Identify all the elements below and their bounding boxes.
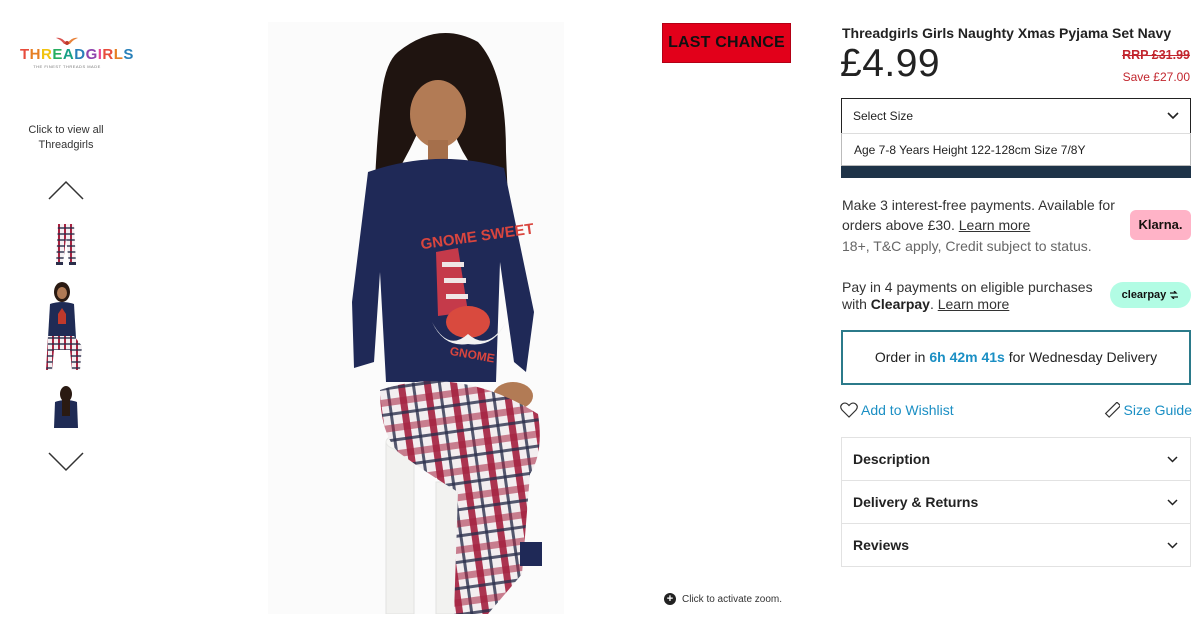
zoom-hint[interactable]: + Click to activate zoom. bbox=[664, 593, 782, 605]
chevron-down-icon bbox=[1167, 456, 1178, 463]
size-guide-link[interactable]: Size Guide bbox=[1104, 402, 1192, 418]
chevron-down-icon bbox=[1167, 112, 1179, 120]
thumbnail-girl-seated[interactable] bbox=[40, 280, 92, 374]
accordion-label: Description bbox=[853, 451, 931, 467]
product-title: Threadgirls Girls Naughty Xmas Pyjama Se… bbox=[842, 25, 1172, 41]
delivery-suffix: for Wednesday Delivery bbox=[1008, 349, 1158, 365]
klarna-learn-more-link[interactable]: Learn more bbox=[959, 217, 1031, 233]
zoom-hint-label: Click to activate zoom. bbox=[682, 593, 783, 605]
clearpay-learn-more-link[interactable]: Learn more bbox=[938, 296, 1010, 312]
main-product-image[interactable]: GNOME SWEET GNOME bbox=[268, 22, 564, 614]
klarna-logo: Klarna. bbox=[1130, 210, 1191, 240]
thumbnail-up-arrow-icon[interactable] bbox=[48, 180, 84, 200]
logo-tagline: THE FINEST THREADS MADE bbox=[33, 64, 101, 69]
clearpay-info: Pay in 4 payments on eligible purchases … bbox=[842, 279, 1093, 312]
wishlist-label: Add to Wishlist bbox=[861, 402, 954, 418]
ruler-icon bbox=[1104, 402, 1120, 418]
accordion-label: Delivery & Returns bbox=[853, 494, 979, 510]
zoom-plus-icon: + bbox=[664, 593, 676, 605]
delivery-prefix: Order in bbox=[874, 349, 926, 365]
clearpay-logo-text: clearpay bbox=[1121, 289, 1167, 301]
clearpay-arrows-icon bbox=[1170, 290, 1179, 300]
size-guide-label: Size Guide bbox=[1123, 402, 1192, 418]
heart-icon bbox=[840, 402, 858, 418]
delivery-timer: 6h 42m 41s bbox=[929, 349, 1005, 365]
brand-logo[interactable]: THREADGIRLS THE FINEST THREADS MADE bbox=[20, 34, 134, 80]
chevron-down-icon bbox=[1167, 499, 1178, 506]
clearpay-brand-name: Clearpay bbox=[870, 296, 930, 312]
rrp-price: RRP £31.99 bbox=[1122, 48, 1190, 62]
save-amount: Save £27.00 bbox=[1122, 70, 1190, 84]
accordion-reviews[interactable]: Reviews bbox=[841, 524, 1191, 567]
size-select-label: Select Size bbox=[853, 109, 914, 123]
thumbnail-back-view[interactable] bbox=[40, 384, 92, 432]
clearpay-logo: clearpay bbox=[1110, 282, 1191, 308]
product-accordion: Description Delivery & Returns Reviews bbox=[841, 437, 1191, 567]
chevron-down-icon bbox=[1167, 542, 1178, 549]
accordion-delivery-returns[interactable]: Delivery & Returns bbox=[841, 481, 1191, 524]
last-chance-badge: LAST CHANCE bbox=[662, 23, 791, 63]
klarna-info: Make 3 interest-free payments. Available… bbox=[842, 195, 1132, 235]
klarna-terms: 18+, T&C apply, Credit subject to status… bbox=[842, 238, 1092, 254]
size-option[interactable]: Age 7-8 Years Height 122-128cm Size 7/8Y bbox=[841, 133, 1191, 166]
thumbnail-down-arrow-icon[interactable] bbox=[48, 452, 84, 472]
product-price: £4.99 bbox=[840, 42, 941, 85]
bird-logo-icon bbox=[56, 37, 78, 45]
size-select[interactable]: Select Size bbox=[841, 98, 1191, 134]
add-to-wishlist-link[interactable]: Add to Wishlist bbox=[840, 402, 954, 418]
accordion-description[interactable]: Description bbox=[841, 438, 1191, 481]
delivery-countdown: Order in 6h 42m 41s for Wednesday Delive… bbox=[841, 330, 1191, 385]
thumbnail-pyjama-set[interactable] bbox=[40, 218, 92, 270]
accordion-label: Reviews bbox=[853, 537, 910, 553]
logo-wordmark: THREADGIRLS bbox=[20, 46, 134, 63]
view-all-brand-link[interactable]: Click to view all Threadgirls bbox=[18, 123, 114, 153]
